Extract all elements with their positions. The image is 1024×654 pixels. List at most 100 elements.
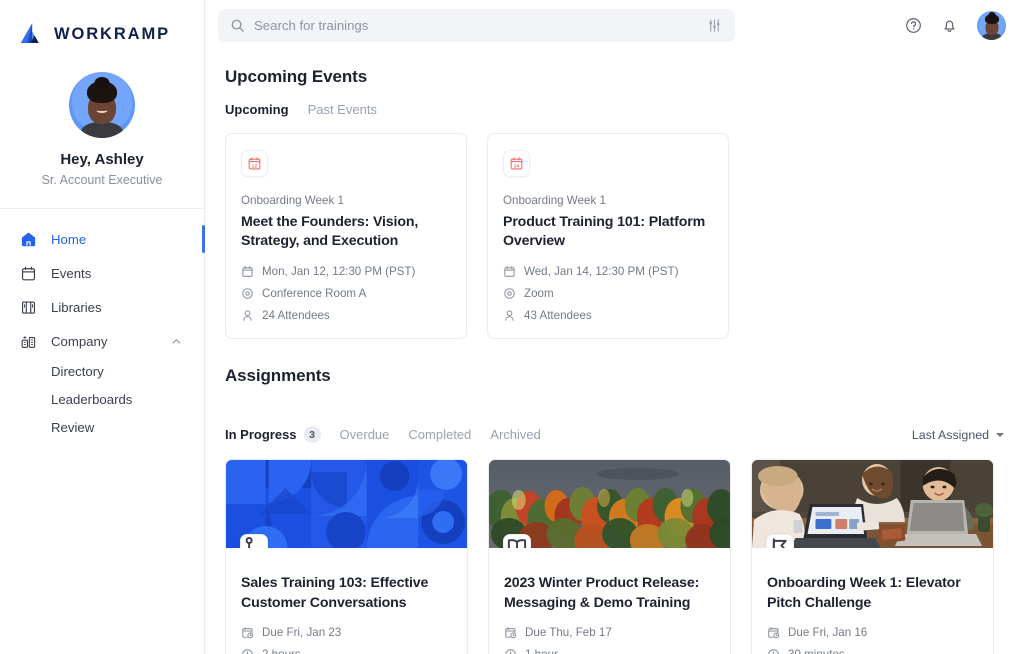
bell-icon[interactable]	[941, 17, 958, 34]
event-day-number: 12	[252, 163, 258, 169]
assignment-thumbnail	[226, 460, 467, 548]
assignment-due: Due Thu, Feb 17	[525, 626, 612, 639]
book-open-icon	[503, 534, 531, 548]
sidebar-subitem-label: Review	[51, 420, 94, 435]
person-icon	[503, 309, 516, 322]
assignments-tabs: In Progress 3 Overdue Completed Archived	[225, 426, 541, 443]
assignment-due-row: Due Fri, Jan 23	[241, 626, 452, 639]
tab-label: Completed	[408, 427, 471, 442]
tab-label: Past Events	[308, 102, 377, 117]
chevron-up-icon[interactable]	[171, 336, 182, 347]
events-list: 12 Onboarding Week 1 Meet the Founders: …	[225, 133, 1004, 339]
brand[interactable]: WORKRAMP	[0, 0, 204, 52]
sidebar-subitem-label: Leaderboards	[51, 392, 132, 407]
caret-down-icon	[996, 433, 1004, 437]
library-icon	[20, 299, 37, 316]
assignment-duration-row: 30 minutes	[767, 648, 978, 654]
tab-past-events[interactable]: Past Events	[308, 102, 377, 117]
assignment-body: Onboarding Week 1: Elevator Pitch Challe…	[752, 548, 993, 654]
home-icon	[20, 231, 37, 248]
assignment-due-row: Due Fri, Jan 16	[767, 626, 978, 639]
person-icon	[241, 309, 254, 322]
assignment-card[interactable]: Onboarding Week 1: Elevator Pitch Challe…	[751, 459, 994, 654]
sidebar-item-company[interactable]: Company	[0, 325, 204, 357]
sidebar-item-label: Company	[51, 334, 107, 349]
calendar-icon	[20, 265, 37, 282]
event-card[interactable]: 12 Onboarding Week 1 Meet the Founders: …	[225, 133, 467, 339]
app-root: WORKRAMP Hey, Ashley Sr. Account Executi…	[0, 0, 1024, 654]
company-icon	[20, 333, 37, 350]
tab-archived[interactable]: Archived	[490, 427, 541, 442]
tab-upcoming[interactable]: Upcoming	[225, 102, 289, 117]
calendar-date-icon: 24	[503, 150, 530, 177]
events-tabs: Upcoming Past Events	[225, 102, 1004, 117]
sidebar-item-home[interactable]: Home	[0, 223, 204, 255]
sidebar-item-libraries[interactable]: Libraries	[0, 291, 204, 323]
assignments-toolbar: In Progress 3 Overdue Completed Archived…	[225, 413, 1004, 443]
tab-label: Archived	[490, 427, 541, 442]
tab-in-progress[interactable]: In Progress 3	[225, 426, 321, 443]
assignment-title: Sales Training 103: Effective Customer C…	[241, 574, 452, 613]
sidebar-subitem-review[interactable]: Review	[0, 413, 204, 441]
event-location-row: Conference Room A	[241, 287, 450, 300]
sort-dropdown[interactable]: Last Assigned	[912, 428, 1004, 442]
avatar[interactable]	[977, 11, 1006, 40]
due-date-icon	[767, 626, 780, 639]
tab-completed[interactable]: Completed	[408, 427, 471, 442]
assignments-list: Sales Training 103: Effective Customer C…	[225, 459, 1004, 654]
assignment-title: 2023 Winter Product Release: Messaging &…	[504, 574, 715, 613]
filter-sliders-icon[interactable]	[707, 18, 722, 33]
event-date: Wed, Jan 14, 12:30 PM (PST)	[524, 265, 678, 278]
calendar-date-icon: 12	[241, 150, 268, 177]
assignment-duration: 2 hours	[262, 648, 301, 654]
page-title-events: Upcoming Events	[225, 67, 1004, 87]
assignment-duration-row: 1 hour	[504, 648, 715, 654]
clock-icon	[241, 648, 254, 654]
tab-label: Upcoming	[225, 102, 289, 117]
main-content: Search for trainings	[205, 0, 1024, 654]
event-date-row: Mon, Jan 12, 12:30 PM (PST)	[241, 265, 450, 278]
due-date-icon	[504, 626, 517, 639]
top-bar-actions	[905, 11, 1006, 40]
assignment-due: Due Fri, Jan 23	[262, 626, 341, 639]
assignment-thumbnail	[752, 460, 993, 548]
location-pin-icon	[241, 287, 254, 300]
content-area: Upcoming Events Upcoming Past Events	[205, 51, 1024, 654]
greeting-text: Hey, Ashley	[0, 151, 204, 168]
event-attendees-row: 24 Attendees	[241, 309, 450, 322]
assignment-due: Due Fri, Jan 16	[788, 626, 867, 639]
assignment-card[interactable]: 2023 Winter Product Release: Messaging &…	[488, 459, 731, 654]
event-title: Meet the Founders: Vision, Strategy, and…	[241, 213, 450, 251]
sidebar-item-events[interactable]: Events	[0, 257, 204, 289]
tab-label: Overdue	[340, 427, 390, 442]
clock-icon	[767, 648, 780, 654]
event-title: Product Training 101: Platform Overview	[503, 213, 712, 251]
sort-label: Last Assigned	[912, 428, 989, 442]
search-input[interactable]: Search for trainings	[218, 9, 735, 42]
event-card[interactable]: 24 Onboarding Week 1 Product Training 10…	[487, 133, 729, 339]
sidebar-item-label: Home	[51, 232, 86, 247]
help-circle-icon[interactable]	[905, 17, 922, 34]
brand-name: WORKRAMP	[54, 25, 170, 44]
top-bar: Search for trainings	[205, 0, 1024, 51]
assignment-title: Onboarding Week 1: Elevator Pitch Challe…	[767, 574, 978, 613]
event-subtitle: Onboarding Week 1	[241, 194, 450, 207]
assignment-body: 2023 Winter Product Release: Messaging &…	[489, 548, 730, 654]
assignment-thumbnail	[489, 460, 730, 548]
sidebar-subitem-label: Directory	[51, 364, 104, 379]
tab-overdue[interactable]: Overdue	[340, 427, 390, 442]
event-attendees-row: 43 Attendees	[503, 309, 712, 322]
assignment-duration: 30 minutes	[788, 648, 845, 654]
event-location-row: Zoom	[503, 287, 712, 300]
event-date-row: Wed, Jan 14, 12:30 PM (PST)	[503, 265, 712, 278]
assignment-duration: 1 hour	[525, 648, 558, 654]
path-nodes-icon	[240, 534, 268, 548]
event-attendees: 24 Attendees	[262, 309, 330, 322]
sidebar-subitem-directory[interactable]: Directory	[0, 357, 204, 385]
page-title-assignments: Assignments	[225, 366, 1004, 386]
assignment-card[interactable]: Sales Training 103: Effective Customer C…	[225, 459, 468, 654]
location-pin-icon	[503, 287, 516, 300]
event-date: Mon, Jan 12, 12:30 PM (PST)	[262, 265, 415, 278]
sidebar-subitem-leaderboards[interactable]: Leaderboards	[0, 385, 204, 413]
sidebar-item-label: Events	[51, 266, 91, 281]
